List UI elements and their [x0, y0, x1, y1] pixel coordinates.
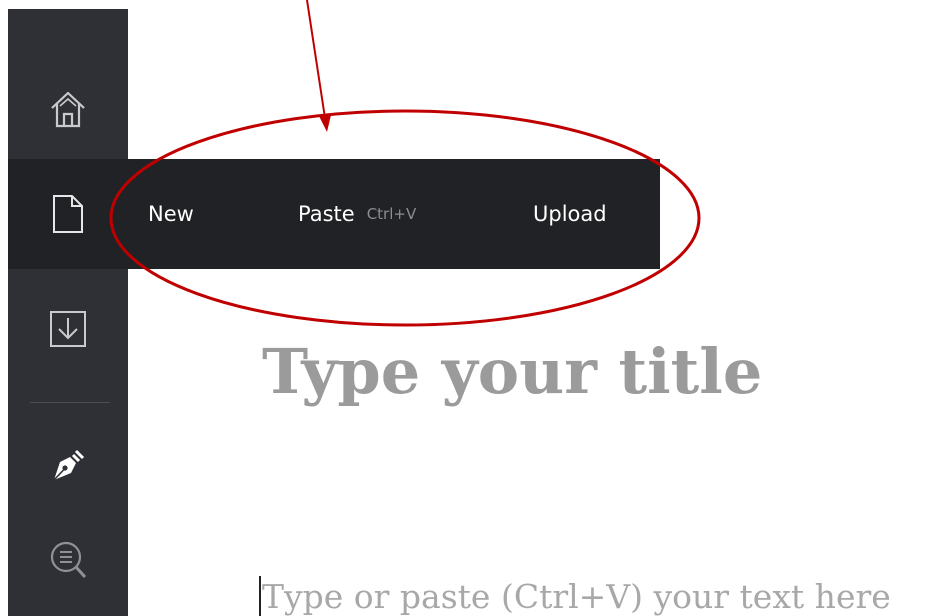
- body-text-input[interactable]: Type or paste (Ctrl+V) your text here: [259, 571, 939, 616]
- text-caret: [259, 576, 261, 616]
- menu-item-new-label: New: [148, 202, 194, 226]
- annotation-overlay: [109, 0, 701, 327]
- annotation-arrow-head: [319, 115, 331, 132]
- sidebar-item-search-document[interactable]: [8, 506, 128, 616]
- annotation-arrow-line: [306, 0, 326, 119]
- home-icon: [51, 91, 85, 128]
- menu-item-paste[interactable]: Paste Ctrl+V: [298, 159, 416, 269]
- document-flyout-menu: New Paste Ctrl+V Upload: [128, 159, 660, 269]
- sidebar-item-pen[interactable]: [8, 409, 128, 519]
- search-document-icon: [50, 541, 87, 579]
- sidebar: [8, 9, 128, 616]
- editor-page: New Paste Ctrl+V Upload Type your title …: [0, 0, 940, 616]
- paste-shortcut-hint: Ctrl+V: [366, 205, 417, 223]
- menu-item-upload[interactable]: Upload: [533, 159, 607, 269]
- menu-item-new[interactable]: New: [148, 159, 194, 269]
- body-placeholder: Type or paste (Ctrl+V) your text here: [262, 577, 891, 616]
- pen-icon: [53, 449, 85, 481]
- title-input[interactable]: Type your title: [262, 332, 932, 412]
- menu-item-upload-label: Upload: [533, 202, 607, 226]
- sidebar-item-download[interactable]: [8, 274, 128, 384]
- menu-item-paste-label: Paste: [298, 202, 355, 226]
- sidebar-item-home[interactable]: [8, 54, 128, 164]
- sidebar-item-document[interactable]: [8, 159, 128, 269]
- download-icon: [50, 311, 86, 347]
- document-icon: [53, 195, 83, 233]
- sidebar-divider: [30, 402, 110, 403]
